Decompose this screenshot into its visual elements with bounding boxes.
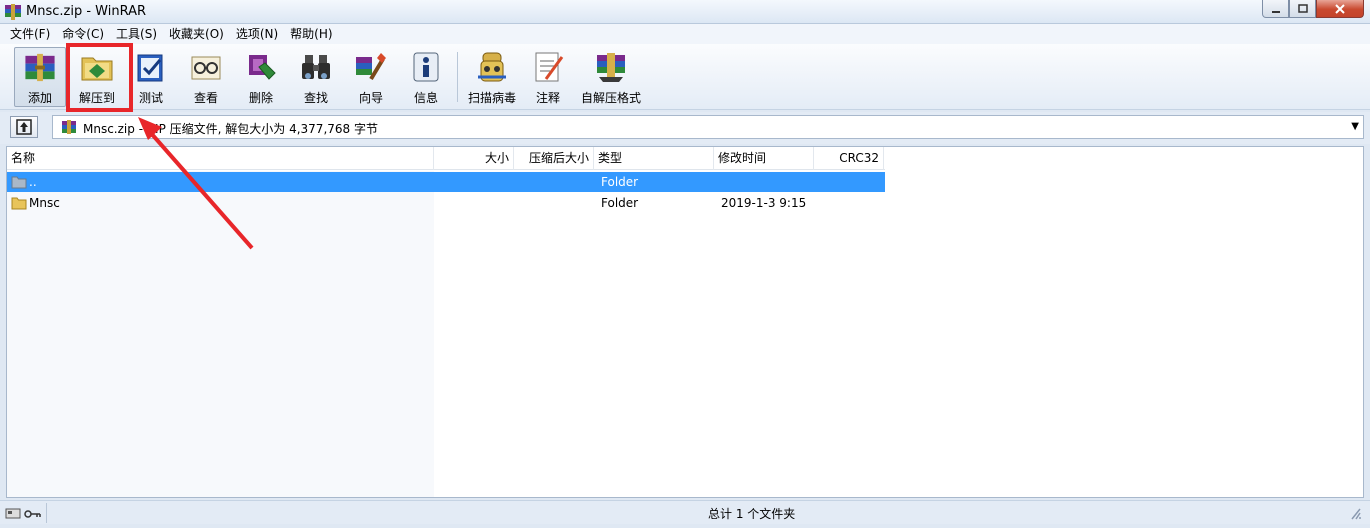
table-row[interactable]: Mnsc Folder 2019-1-3 9:15 <box>7 193 885 213</box>
menu-favorites[interactable]: 收藏夹(O) <box>163 24 230 44</box>
minimize-icon <box>1271 10 1280 13</box>
sfx-button[interactable]: 自解压格式 <box>578 47 644 107</box>
parent-folder-icon <box>11 176 27 189</box>
maximize-icon <box>1297 3 1308 13</box>
file-list: 名称 大小 压缩后大小 类型 修改时间 CRC32 .. Folder Mnsc… <box>6 146 1364 498</box>
close-icon <box>1335 3 1345 14</box>
address-bar: Mnsc.zip - ZIP 压缩文件, 解包大小为 4,377,768 字节 … <box>0 112 1370 144</box>
view-button[interactable]: 查看 <box>180 47 232 107</box>
column-type[interactable]: 类型 <box>594 147 714 170</box>
archive-path-field[interactable]: Mnsc.zip - ZIP 压缩文件, 解包大小为 4,377,768 字节 … <box>52 115 1364 139</box>
column-name[interactable]: 名称 <box>7 147 434 170</box>
winrar-books-icon <box>62 120 76 134</box>
comment-button[interactable]: 注释 <box>526 47 570 107</box>
status-bar: 总计 1 个文件夹 <box>0 500 1370 524</box>
test-check-icon <box>137 54 163 82</box>
toolbar: 添加 解压到 测试 查看 删除 查找 向导 信息 扫描病毒 注释 自解压格式 <box>0 44 1370 110</box>
find-button[interactable]: 查找 <box>290 47 342 107</box>
archive-description: - ZIP 压缩文件, 解包大小为 4,377,768 字节 <box>134 122 378 136</box>
virus-scan-button[interactable]: 扫描病毒 <box>464 47 520 107</box>
menu-bar: 文件(F) 命令(C) 工具(S) 收藏夹(O) 选项(N) 帮助(H) <box>0 24 1370 44</box>
close-button[interactable] <box>1316 0 1364 18</box>
column-header: 名称 大小 压缩后大小 类型 修改时间 CRC32 <box>7 147 885 170</box>
column-size[interactable]: 大小 <box>434 147 514 170</box>
add-button[interactable]: 添加 <box>14 47 66 107</box>
up-arrow-icon <box>16 119 32 135</box>
menu-file[interactable]: 文件(F) <box>4 24 56 44</box>
minimize-button[interactable] <box>1262 0 1289 18</box>
comment-note-icon <box>535 52 564 82</box>
column-packed-size[interactable]: 压缩后大小 <box>514 147 594 170</box>
up-folder-button[interactable] <box>10 116 38 138</box>
chevron-down-icon[interactable]: ▼ <box>1351 121 1359 132</box>
info-button[interactable]: 信息 <box>402 47 450 107</box>
row-name: Mnsc <box>29 196 60 210</box>
menu-commands[interactable]: 命令(C) <box>56 24 110 44</box>
toolbar-separator <box>457 52 458 102</box>
row-modified: 2019-1-3 9:15 <box>721 196 807 210</box>
archive-name: Mnsc.zip <box>83 122 135 136</box>
column-modified[interactable]: 修改时间 <box>714 147 814 170</box>
menu-help[interactable]: 帮助(H) <box>284 24 338 44</box>
wizard-wand-icon <box>356 53 386 81</box>
wizard-button[interactable]: 向导 <box>344 47 398 107</box>
info-icon <box>413 52 439 82</box>
row-name: .. <box>29 175 37 189</box>
status-summary: 总计 1 个文件夹 <box>708 507 796 521</box>
virus-scan-icon <box>478 52 506 82</box>
window-title: Mnsc.zip - WinRAR <box>26 4 147 19</box>
folder-icon <box>11 197 27 210</box>
column-crc32[interactable]: CRC32 <box>814 147 884 170</box>
table-row[interactable]: .. Folder <box>7 172 885 192</box>
test-button[interactable]: 测试 <box>126 47 176 107</box>
resize-grip-icon[interactable] <box>1348 505 1362 521</box>
row-type: Folder <box>601 196 639 210</box>
row-type: Folder <box>601 175 639 189</box>
winrar-books-icon <box>25 53 55 82</box>
binoculars-icon <box>302 55 330 79</box>
title-bar: Mnsc.zip - WinRAR <box>0 0 1370 24</box>
recycle-delete-icon <box>249 55 276 80</box>
annotation-highlight-box <box>66 43 133 112</box>
glasses-icon <box>191 56 221 80</box>
maximize-button[interactable] <box>1289 0 1316 18</box>
delete-button[interactable]: 删除 <box>236 47 286 107</box>
drive-key-icon <box>5 508 41 519</box>
menu-options[interactable]: 选项(N) <box>230 24 284 44</box>
winrar-books-icon <box>5 4 21 20</box>
sfx-box-icon <box>597 53 625 82</box>
menu-tools[interactable]: 工具(S) <box>110 24 163 44</box>
